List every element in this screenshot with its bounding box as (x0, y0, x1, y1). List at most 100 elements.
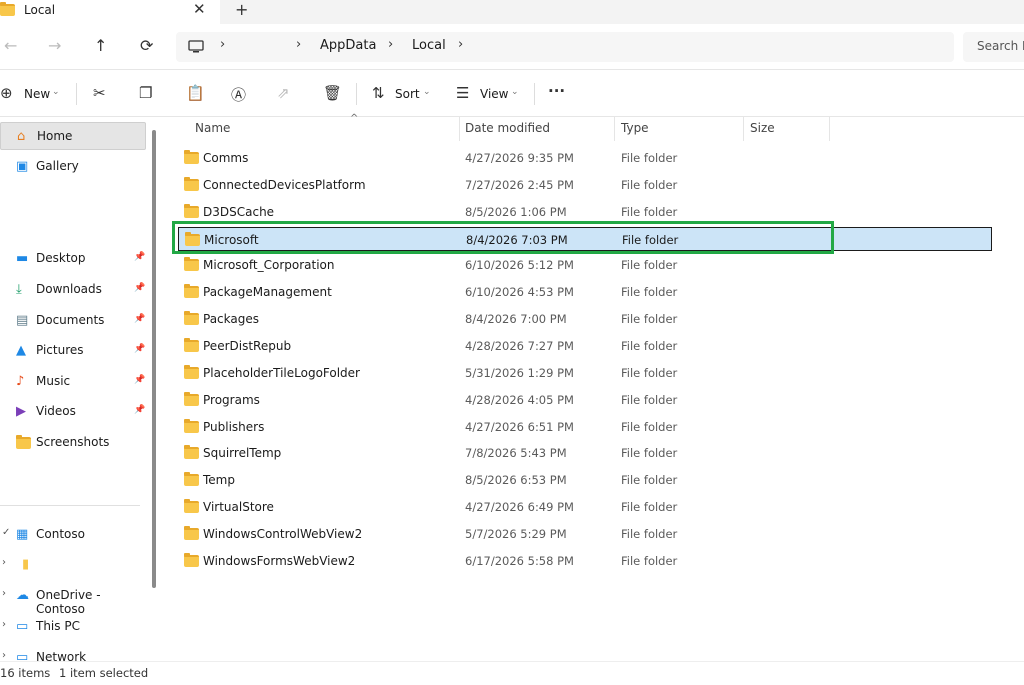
folder-icon (184, 391, 199, 406)
copy-icon[interactable]: ❐ (139, 84, 152, 102)
table-row[interactable]: Comms 4/27/2026 9:35 PM File folder (178, 146, 992, 170)
sidebar-item-this-pc[interactable]: › ▭ This PC (0, 613, 146, 641)
paste-icon[interactable]: 📋 (186, 84, 205, 102)
column-divider[interactable] (614, 117, 615, 141)
file-type: File folder (621, 473, 678, 488)
sidebar-item-gallery[interactable]: ▣ Gallery (0, 153, 146, 181)
command-bar: ⊕ New ⌄ ✂ ❐ 📋 Ⓐ ⇗ 🗑 ⇅ Sort ⌄ ☰ View ⌄ ··… (0, 71, 1024, 117)
table-row[interactable]: Packages 8/4/2026 7:00 PM File folder (178, 307, 992, 331)
table-row[interactable]: Microsoft_Corporation 6/10/2026 5:12 PM Fi… (178, 253, 992, 277)
sidebar-item-label: Videos (36, 404, 76, 418)
file-type: File folder (621, 446, 678, 461)
chevron-right-icon[interactable]: › (2, 619, 6, 630)
table-row[interactable]: ConnectedDevicesPlatform 7/27/2026 2:45 P… (178, 173, 992, 197)
table-row[interactable]: Publishers 4/27/2026 6:51 PM File folder (178, 415, 992, 439)
pin-icon[interactable]: 📌 (134, 252, 145, 262)
file-name: SquirrelTemp (203, 446, 282, 461)
sidebar-item-contoso[interactable]: ✓ ▦ Contoso (0, 521, 146, 549)
table-row[interactable]: WindowsFormsWebView2 6/17/2026 5:58 PM Fil… (178, 549, 992, 573)
refresh-button[interactable]: ⟳ (140, 36, 153, 55)
tab-local[interactable]: Local ✕ (0, 0, 220, 24)
chevron-right-icon[interactable]: › (2, 588, 6, 599)
close-icon[interactable]: ✕ (193, 0, 206, 18)
breadcrumb-local[interactable]: Local (412, 38, 446, 53)
navigation-pane: ⌂ Home ▣ Gallery ▬ Desktop 📌 ⤓ Downloads… (0, 117, 158, 661)
divider (76, 83, 77, 105)
table-row[interactable]: Temp 8/5/2026 6:53 PM File folder (178, 468, 992, 492)
rename-icon[interactable]: Ⓐ (231, 84, 246, 105)
sidebar-item-downloads[interactable]: ⤓ Downloads 📌 (0, 276, 146, 304)
file-date: 8/4/2026 7:00 PM (465, 312, 567, 327)
sidebar-item-onedrive[interactable]: › ☁ OneDrive - Contoso (0, 582, 146, 616)
table-row[interactable]: PeerDistRepub 4/28/2026 7:27 PM File folde… (178, 334, 992, 358)
chevron-right-icon: › (296, 37, 302, 52)
pin-icon[interactable]: 📌 (134, 344, 145, 354)
pin-icon[interactable]: 📌 (134, 283, 145, 293)
share-icon[interactable]: ⇗ (277, 84, 290, 102)
sidebar-item-documents[interactable]: ▤ Documents 📌 (0, 307, 146, 335)
new-tab-button[interactable]: + (235, 0, 248, 19)
folder-icon (0, 2, 15, 16)
chevron-down-icon[interactable]: ✓ (2, 527, 10, 538)
column-header-type[interactable]: Type (621, 117, 741, 141)
up-button[interactable]: ↑ (94, 36, 107, 55)
file-type: File folder (621, 285, 678, 300)
table-row[interactable]: PackageManagement 6/10/2026 4:53 PM File f… (178, 280, 992, 304)
column-divider[interactable] (829, 117, 830, 141)
sidebar-item-music[interactable]: ♪ Music 📌 (0, 368, 146, 396)
file-type: File folder (622, 232, 679, 247)
sidebar-item-folder[interactable]: › ▮ (0, 551, 146, 579)
sidebar-item-videos[interactable]: ▶ Videos 📌 (0, 398, 146, 426)
forward-button[interactable]: → (48, 36, 61, 55)
table-row[interactable]: Microsoft 8/4/2026 7:03 PM File folder (178, 226, 992, 251)
more-options-button[interactable]: ··· (548, 82, 565, 100)
column-header-size[interactable]: Size (750, 117, 830, 141)
sidebar-item-network[interactable]: › ▭ Network (0, 644, 146, 661)
chevron-right-icon[interactable]: › (2, 650, 6, 661)
file-name: PeerDistRepub (203, 338, 292, 353)
view-button[interactable]: View (480, 87, 508, 101)
folder-icon: ▮ (22, 557, 30, 572)
delete-icon[interactable]: 🗑 (323, 84, 342, 102)
documents-icon: ▤ (16, 313, 29, 328)
file-date: 4/27/2026 9:35 PM (465, 151, 574, 165)
column-header-date[interactable]: Date modified (465, 117, 615, 141)
column-header-label: Type (621, 121, 649, 135)
pin-icon[interactable]: 📌 (134, 405, 145, 415)
gallery-icon: ▣ (16, 159, 29, 174)
sort-icon: ⇅ (372, 84, 385, 102)
column-header-name[interactable]: Name ^ (195, 113, 455, 141)
breadcrumb-appdata[interactable]: AppData (320, 38, 376, 53)
sort-button[interactable]: Sort (395, 87, 420, 101)
table-row[interactable]: SquirrelTemp 7/8/2026 5:43 PM File folder (178, 441, 992, 465)
file-date: 5/31/2026 1:29 PM (465, 365, 574, 380)
search-input[interactable]: Search L (963, 32, 1024, 62)
pin-icon[interactable]: 📌 (134, 375, 145, 385)
sidebar-scrollbar[interactable] (152, 130, 156, 588)
table-row[interactable]: D3DSCache 8/5/2026 1:06 PM File folder (178, 200, 992, 224)
divider (534, 83, 535, 105)
file-date: 7/27/2026 2:45 PM (465, 177, 574, 192)
sidebar-item-label: Gallery (36, 159, 79, 173)
table-row[interactable]: VirtualStore 4/27/2026 6:49 PM File folder (178, 495, 992, 519)
pc-icon (188, 40, 204, 53)
table-row[interactable]: PlaceholderTileLogoFolder 5/31/2026 1:29 … (178, 361, 992, 385)
chevron-right-icon: › (388, 37, 394, 52)
sidebar-item-pictures[interactable]: ▲ Pictures 📌 (0, 337, 146, 365)
table-row[interactable]: WindowsControlWebView2 5/7/2026 5:29 PM Fi… (178, 522, 992, 546)
sidebar-item-screenshots[interactable]: Screenshots (0, 429, 146, 457)
cut-icon[interactable]: ✂ (93, 84, 106, 102)
file-name: D3DSCache (203, 204, 275, 219)
pin-icon[interactable]: 📌 (134, 314, 145, 324)
address-bar[interactable]: › › AppData › Local › (176, 32, 954, 62)
file-name: PackageManagement (203, 285, 332, 300)
back-button[interactable]: ← (4, 36, 17, 55)
sidebar-item-desktop[interactable]: ▬ Desktop 📌 (0, 245, 146, 273)
search-placeholder: Search L (977, 39, 1024, 53)
column-divider[interactable] (459, 117, 460, 141)
column-divider[interactable] (743, 117, 744, 141)
sidebar-item-home[interactable]: ⌂ Home (0, 122, 146, 150)
chevron-right-icon[interactable]: › (2, 557, 6, 568)
new-button[interactable]: New (24, 87, 50, 101)
table-row[interactable]: Programs 4/28/2026 4:05 PM File folder (178, 388, 992, 412)
